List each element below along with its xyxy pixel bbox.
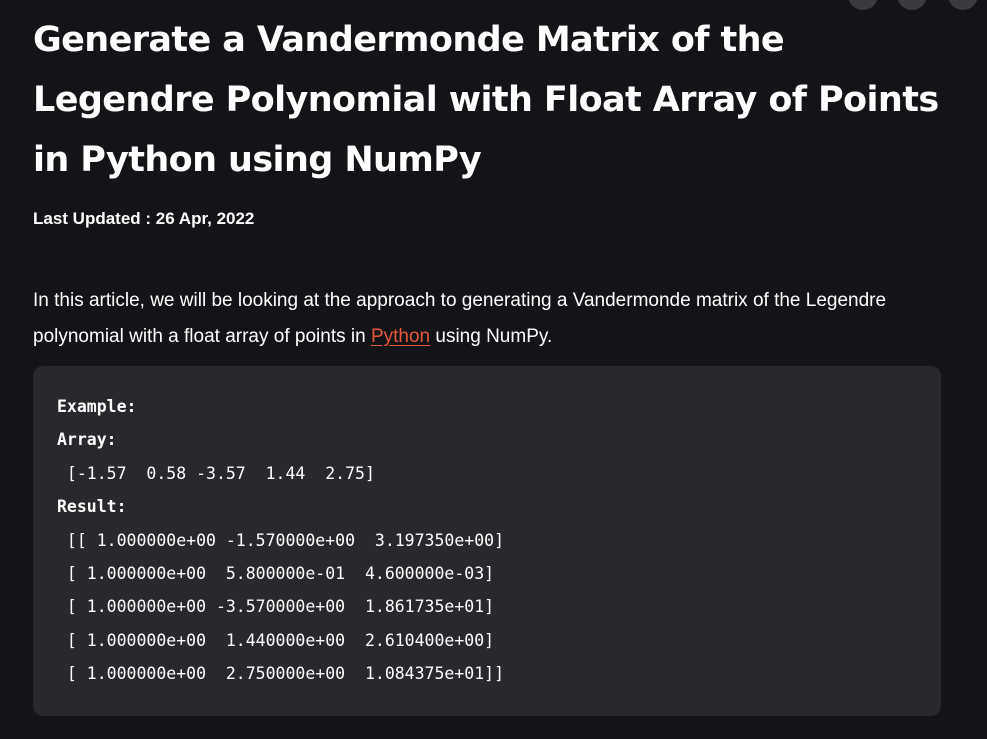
array-value: [-1.57 0.58 -3.57 1.44 2.75] bbox=[57, 463, 375, 483]
code-block: Example: Array: [-1.57 0.58 -3.57 1.44 2… bbox=[33, 366, 941, 716]
intro-text-end: using NumPy. bbox=[430, 326, 553, 347]
result-row: [ 1.000000e+00 -3.570000e+00 1.861735e+0… bbox=[57, 597, 495, 617]
example-code: Example: Array: [-1.57 0.58 -3.57 1.44 2… bbox=[57, 390, 504, 691]
result-row: [ 1.000000e+00 2.750000e+00 1.084375e+01… bbox=[57, 664, 505, 684]
last-updated: Last Updated : 26 Apr, 2022 bbox=[33, 209, 255, 228]
array-label: Array: bbox=[57, 430, 117, 450]
corner-button-3[interactable] bbox=[948, 0, 978, 10]
intro-paragraph: In this article, we will be looking at t… bbox=[33, 283, 933, 355]
result-row: [ 1.000000e+00 5.800000e-01 4.600000e-03… bbox=[57, 564, 495, 584]
result-row: [ 1.000000e+00 1.440000e+00 2.610400e+00… bbox=[57, 630, 495, 650]
page-title: Generate a Vandermonde Matrix of the Leg… bbox=[33, 20, 939, 180]
corner-button-2[interactable] bbox=[897, 0, 927, 10]
example-heading: Example: bbox=[57, 397, 137, 416]
python-link[interactable]: Python bbox=[371, 326, 430, 347]
result-row: [[ 1.000000e+00 -1.570000e+00 3.197350e+… bbox=[57, 530, 505, 550]
result-label: Result: bbox=[57, 497, 127, 517]
corner-button-1[interactable] bbox=[848, 0, 878, 10]
